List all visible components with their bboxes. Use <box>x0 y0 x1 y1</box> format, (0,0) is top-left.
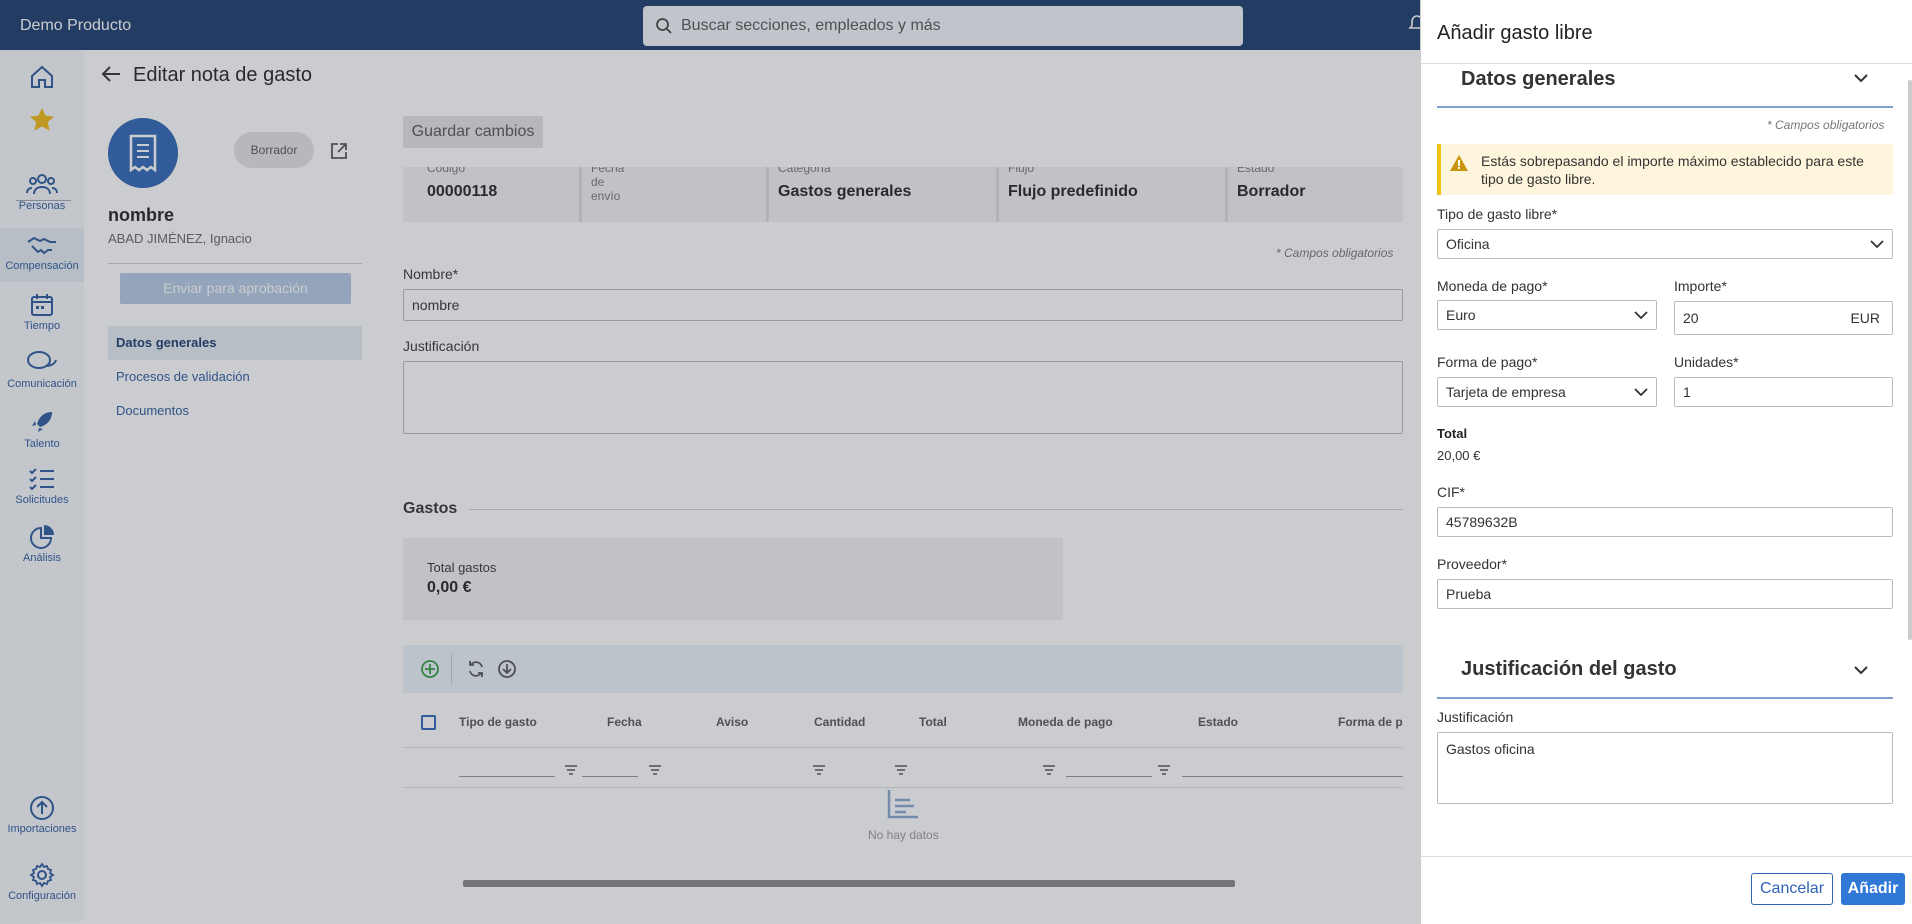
tipo-gasto-value: Oficina <box>1446 236 1490 252</box>
forma-pago-label: Forma de pago* <box>1437 354 1538 370</box>
importe-field[interactable]: 20 EUR <box>1674 301 1893 335</box>
cif-label: CIF* <box>1437 484 1465 500</box>
chevron-down-icon <box>1634 388 1648 397</box>
chevron-down-icon <box>1870 240 1884 249</box>
warning-alert: Estás sobrepasando el importe máximo est… <box>1437 144 1893 195</box>
panel-title: Añadir gasto libre <box>1437 22 1593 44</box>
forma-pago-select[interactable]: Tarjeta de empresa <box>1437 377 1657 407</box>
justificacion-label: Justificación <box>1437 709 1514 725</box>
add-button[interactable]: Añadir <box>1841 873 1905 905</box>
importe-value: 20 <box>1683 310 1699 326</box>
modal-backdrop[interactable] <box>0 0 1420 924</box>
total-label: Total <box>1437 426 1468 441</box>
cif-field[interactable]: 45789632B <box>1437 507 1893 537</box>
cancel-button[interactable]: Cancelar <box>1751 873 1833 905</box>
proveedor-label: Proveedor* <box>1437 556 1508 572</box>
importe-label: Importe* <box>1674 278 1727 294</box>
unidades-field[interactable]: 1 <box>1674 377 1893 407</box>
tipo-gasto-select[interactable]: Oficina <box>1437 229 1893 259</box>
chevron-down-icon <box>1634 311 1648 320</box>
divider <box>1421 63 1912 64</box>
forma-pago-value: Tarjeta de empresa <box>1446 384 1566 400</box>
proveedor-field[interactable]: Prueba <box>1437 579 1893 609</box>
section-datos-generales[interactable]: Datos generales <box>1461 68 1616 91</box>
unidades-label: Unidades* <box>1674 354 1739 370</box>
add-expense-panel: Añadir gasto libre Datos generales * Cam… <box>1420 0 1912 924</box>
warning-text: Estás sobrepasando el importe máximo est… <box>1481 153 1864 187</box>
section-justificacion[interactable]: Justificación del gasto <box>1461 658 1677 681</box>
chevron-down-icon[interactable] <box>1853 662 1869 678</box>
moneda-label: Moneda de pago* <box>1437 278 1548 294</box>
app-root: Demo Producto Buscar secciones, empleado… <box>0 0 1912 924</box>
tipo-gasto-label: Tipo de gasto libre* <box>1437 206 1558 222</box>
section-underline <box>1437 697 1893 699</box>
currency-unit: EUR <box>1850 310 1880 326</box>
justificacion-textarea[interactable]: Gastos oficina <box>1437 732 1893 804</box>
required-note: * Campos obligatorios <box>1767 118 1885 132</box>
moneda-value: Euro <box>1446 307 1476 323</box>
divider <box>1421 856 1912 857</box>
total-value: 20,00 € <box>1437 448 1481 463</box>
chevron-down-icon[interactable] <box>1853 70 1869 86</box>
moneda-select[interactable]: Euro <box>1437 300 1657 330</box>
warning-icon <box>1450 155 1468 171</box>
panel-scrollbar[interactable] <box>1908 80 1912 640</box>
section-underline <box>1437 106 1893 108</box>
